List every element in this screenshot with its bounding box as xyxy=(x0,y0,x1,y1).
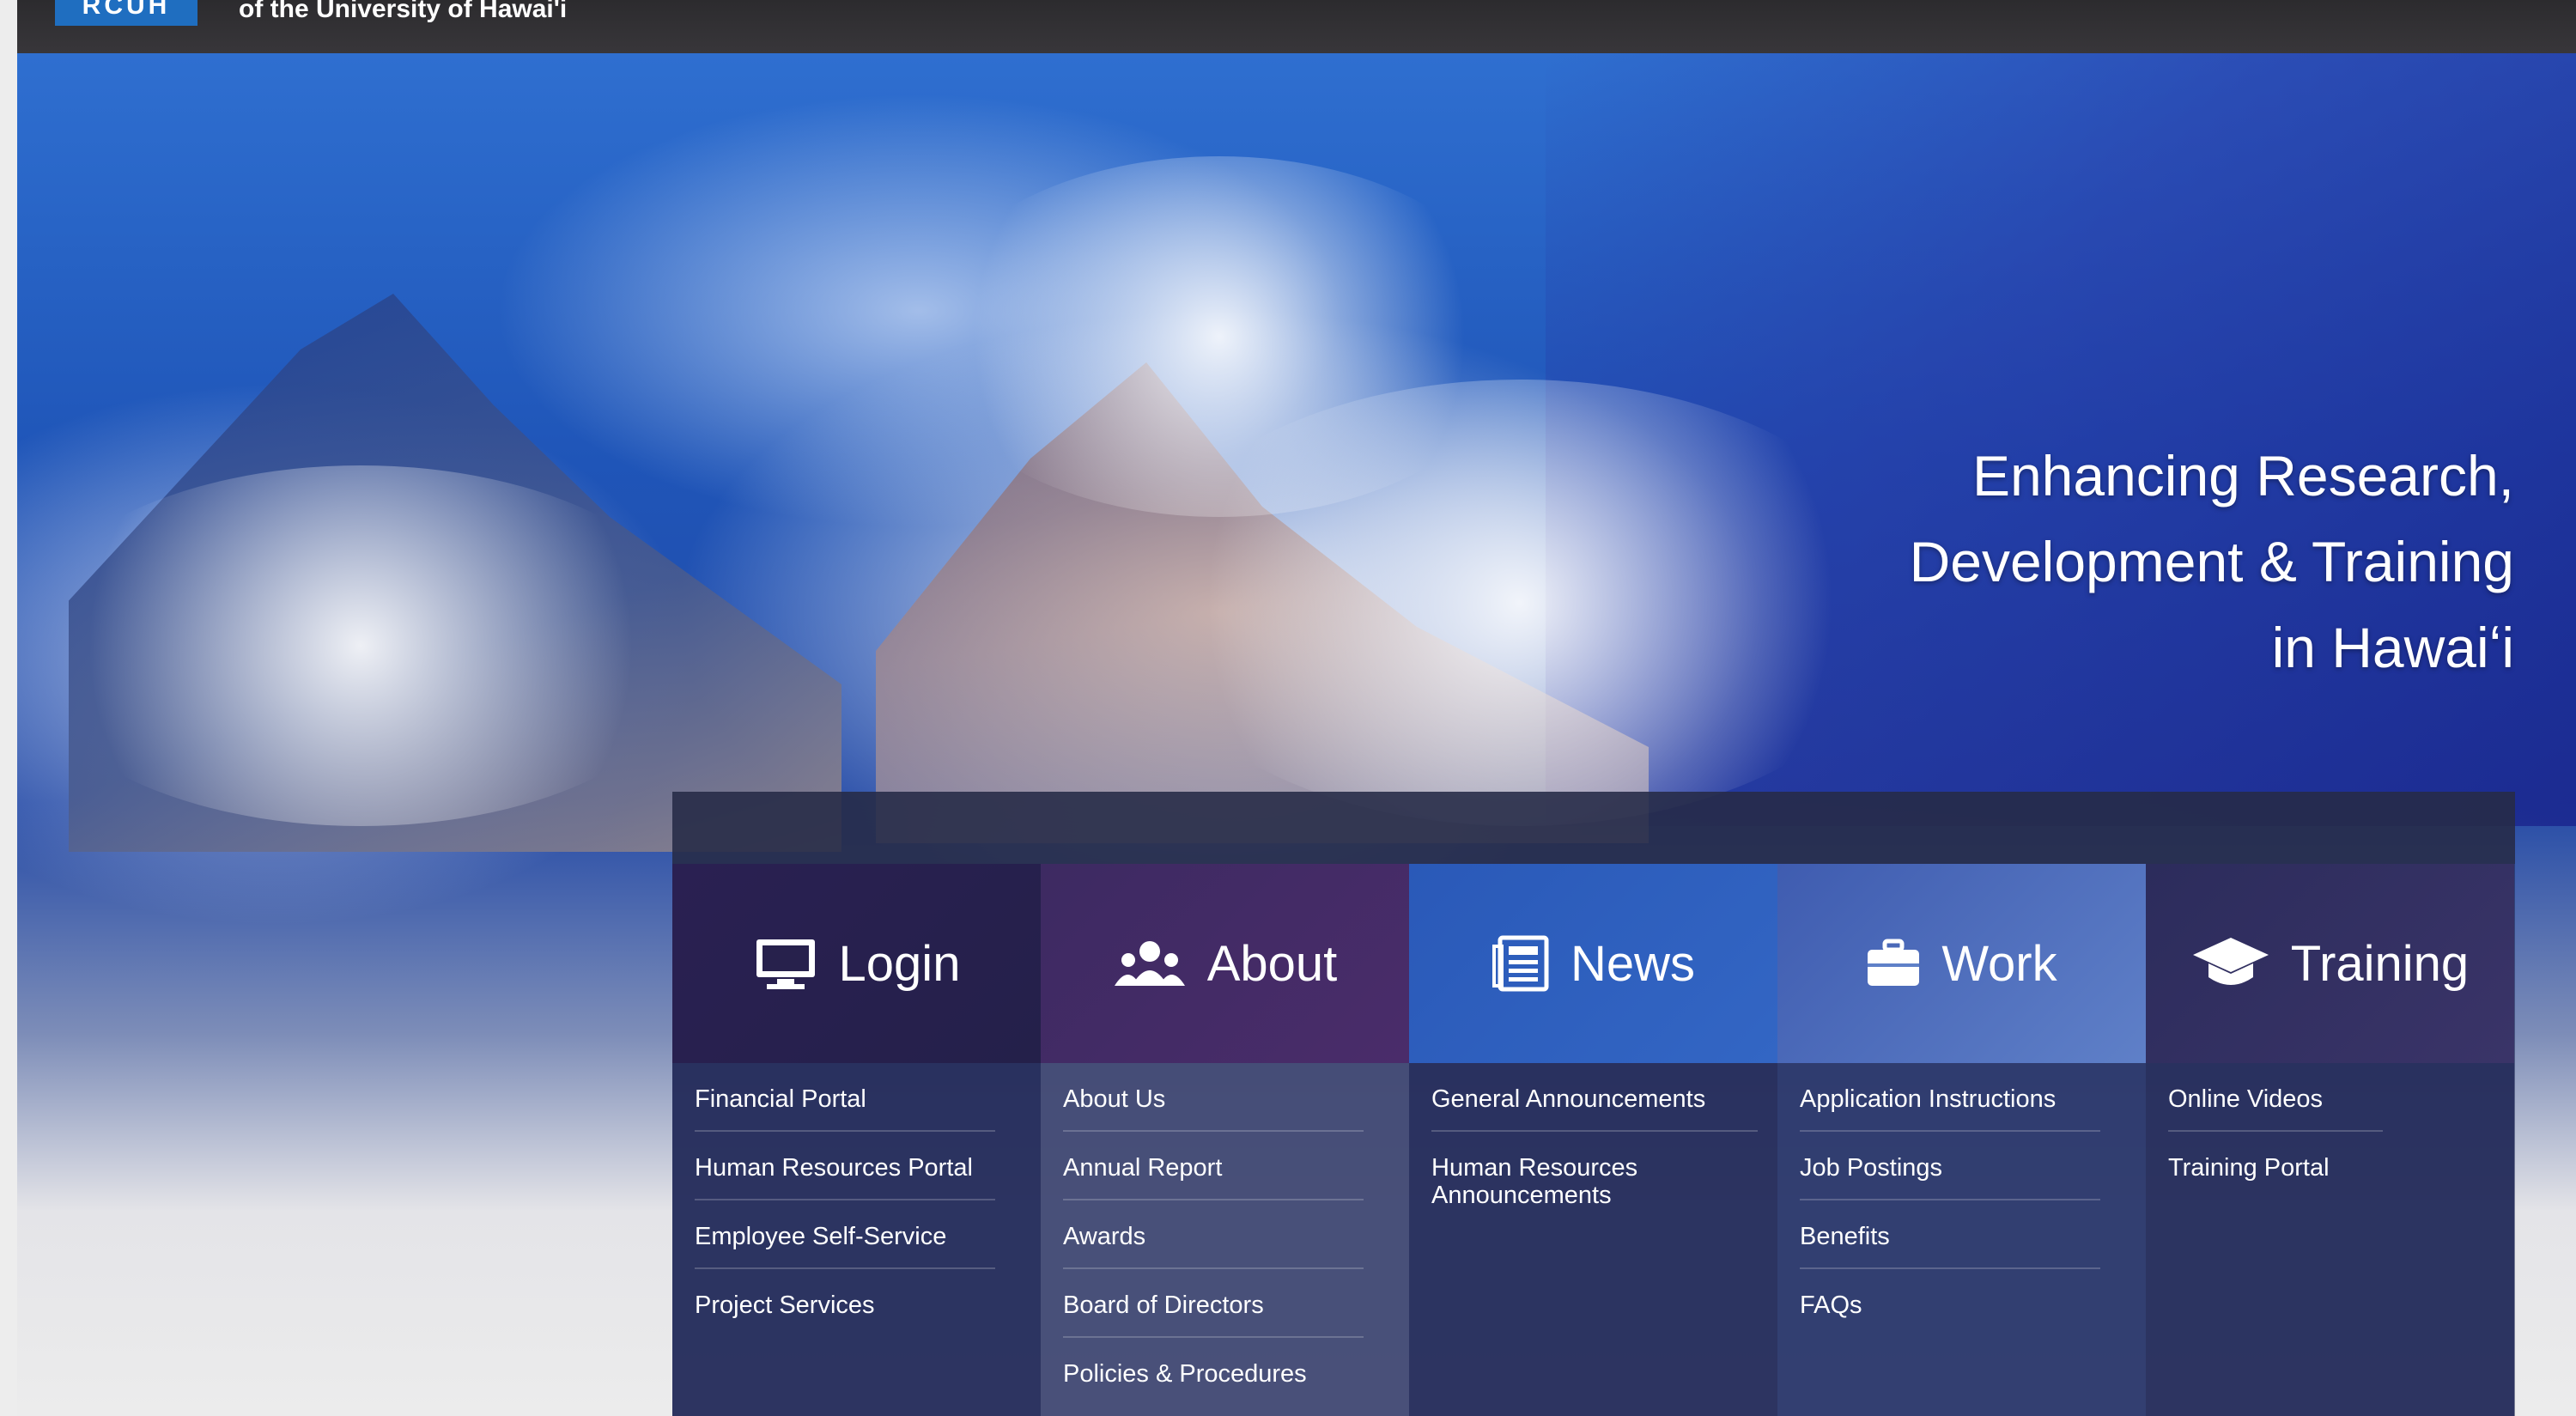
tagline-line-2: Development & Training xyxy=(1909,530,2514,593)
menu-link-faqs[interactable]: FAQs xyxy=(1800,1269,2100,1336)
top-bar: RCUH of the University of Hawai'i xyxy=(17,0,2576,53)
menu-link-policies-procedures[interactable]: Policies & Procedures xyxy=(1063,1338,1364,1405)
work-menu-label: Work xyxy=(1941,935,2057,992)
menu-link-benefits[interactable]: Benefits xyxy=(1800,1200,2100,1269)
menu-link-job-postings[interactable]: Job Postings xyxy=(1800,1132,2100,1200)
menu-link-hr-announcements[interactable]: Human Resources Announcements xyxy=(1431,1132,1758,1226)
logo-subtitle: of the University of Hawai'i xyxy=(239,0,568,23)
menu-link-board-of-directors[interactable]: Board of Directors xyxy=(1063,1269,1364,1338)
rcuh-logo[interactable]: RCUH xyxy=(55,0,197,26)
cloud-image xyxy=(1133,380,1906,826)
left-margin xyxy=(0,0,17,1416)
menu-link-annual-report[interactable]: Annual Report xyxy=(1063,1132,1364,1200)
menu-link-general-announcements[interactable]: General Announcements xyxy=(1431,1063,1758,1132)
news-menu-label: News xyxy=(1570,935,1696,992)
training-menu-heading[interactable]: Training xyxy=(2146,864,2514,1063)
menu-link-financial-portal[interactable]: Financial Portal xyxy=(695,1063,995,1132)
login-menu-heading[interactable]: Login xyxy=(672,864,1041,1063)
menu-column-training: Training Online Videos Training Portal xyxy=(2146,864,2514,1416)
people-icon xyxy=(1113,938,1187,989)
tagline-line-3: in Hawaiʻi xyxy=(2271,616,2514,679)
training-menu-list: Online Videos Training Portal xyxy=(2146,1063,2514,1416)
menu-link-online-videos[interactable]: Online Videos xyxy=(2168,1063,2383,1132)
menu-column-news: News General Announcements Human Resourc… xyxy=(1409,864,1777,1416)
work-menu-list: Application Instructions Job Postings Be… xyxy=(1777,1063,2146,1416)
menu-link-awards[interactable]: Awards xyxy=(1063,1200,1364,1269)
menu-link-employee-self-service[interactable]: Employee Self-Service xyxy=(695,1200,995,1269)
menu-link-training-portal[interactable]: Training Portal xyxy=(2168,1132,2383,1199)
news-menu-list: General Announcements Human Resources An… xyxy=(1409,1063,1777,1416)
briefcase-icon xyxy=(1866,938,1921,989)
menu-top-strip xyxy=(672,792,2515,864)
menu-column-login: Login Financial Portal Human Resources P… xyxy=(672,864,1041,1416)
login-menu-label: Login xyxy=(838,935,961,992)
menu-link-hr-portal[interactable]: Human Resources Portal xyxy=(695,1132,995,1200)
work-menu-heading[interactable]: Work xyxy=(1777,864,2146,1063)
graduation-cap-icon xyxy=(2191,936,2270,991)
cloud-image xyxy=(17,465,704,826)
hero-tagline: Enhancing Research, Development & Traini… xyxy=(1910,433,2514,690)
about-menu-label: About xyxy=(1206,935,1338,992)
menu-link-project-services[interactable]: Project Services xyxy=(695,1269,995,1336)
main-menu-panel: Login Financial Portal Human Resources P… xyxy=(672,792,2515,1416)
news-menu-heading[interactable]: News xyxy=(1409,864,1777,1063)
tagline-line-1: Enhancing Research, xyxy=(1971,444,2514,507)
about-menu-heading[interactable]: About xyxy=(1041,864,1409,1063)
menu-column-about: About About Us Annual Report Awards Boar… xyxy=(1041,864,1409,1416)
about-menu-list: About Us Annual Report Awards Board of D… xyxy=(1041,1063,1409,1416)
monitor-icon xyxy=(753,936,818,991)
training-menu-label: Training xyxy=(2290,935,2470,992)
menu-link-about-us[interactable]: About Us xyxy=(1063,1063,1364,1132)
newspaper-icon xyxy=(1492,934,1550,993)
menu-column-work: Work Application Instructions Job Postin… xyxy=(1777,864,2146,1416)
login-menu-list: Financial Portal Human Resources Portal … xyxy=(672,1063,1041,1416)
menu-link-application-instructions[interactable]: Application Instructions xyxy=(1800,1063,2100,1132)
